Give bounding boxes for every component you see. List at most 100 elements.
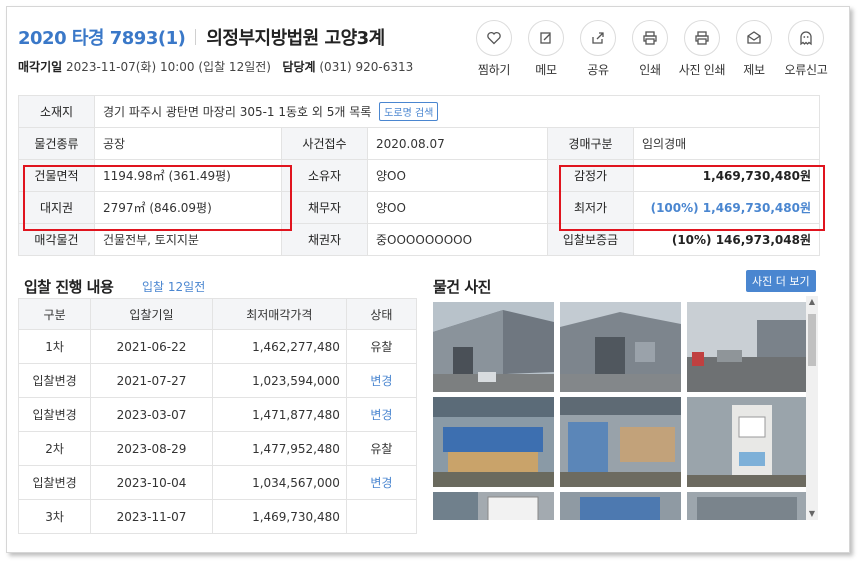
price-cell: 1,469,730,480 xyxy=(211,499,347,534)
address-value: 경기 파주시 광탄면 마장리 305-1 1동호 외 5개 목록 xyxy=(103,105,372,119)
round-cell: 입찰변경 xyxy=(17,363,92,398)
creditor-value: 중OOOOOOOOO xyxy=(367,223,548,256)
price-cell: 1,023,594,000 xyxy=(211,363,347,398)
report-icon xyxy=(736,20,772,56)
photo-thumbnail[interactable] xyxy=(560,302,681,392)
column-header: 최저매각가격 xyxy=(211,298,347,330)
address-cell: 경기 파주시 광탄면 마장리 305-1 1동호 외 5개 목록 도로명 검색 xyxy=(93,95,821,128)
photo-thumbnail[interactable] xyxy=(687,397,808,487)
round-cell: 입찰변경 xyxy=(17,397,92,432)
sale-date-label: 매각기일 xyxy=(18,60,63,74)
photo-thumbnail[interactable] xyxy=(560,492,681,520)
print-button[interactable]: 인쇄 xyxy=(624,20,676,78)
favorite-button[interactable]: 찜하기 xyxy=(468,20,520,78)
photo-print-icon xyxy=(684,20,720,56)
status-cell: 변경 xyxy=(345,397,418,432)
photo-scrollbar[interactable]: ▲ ▼ xyxy=(806,296,818,520)
round-cell: 3차 xyxy=(17,499,92,534)
share-icon xyxy=(580,20,616,56)
owner-value: 양OO xyxy=(367,159,548,192)
more-photos-button[interactable]: 사진 더 보기 xyxy=(746,270,816,292)
report-button[interactable]: 제보 xyxy=(728,20,780,78)
date-cell: 2021-07-27 xyxy=(90,363,213,398)
print-icon xyxy=(632,20,668,56)
table-header-row: 구분 입찰기일 최저매각가격 상태 xyxy=(17,298,418,330)
title-divider xyxy=(195,29,197,45)
property-type-label: 물건종류 xyxy=(18,127,95,160)
date-cell: 2023-08-29 xyxy=(90,431,213,466)
area-highlight-box xyxy=(23,165,292,231)
favorite-label: 찜하기 xyxy=(477,63,511,77)
photo-thumbnail[interactable] xyxy=(687,302,808,392)
scroll-down-icon[interactable]: ▼ xyxy=(806,508,818,520)
table-row: 입찰변경 2021-07-27 1,023,594,000 변경 xyxy=(17,363,418,398)
photo-print-button[interactable]: 사진 인쇄 xyxy=(676,20,728,78)
table-row: 2차 2023-08-29 1,477,952,480 유찰 xyxy=(17,431,418,466)
photo-gallery xyxy=(426,296,808,520)
price-highlight-box xyxy=(559,165,825,231)
sale-date-value: 2023-11-07(화) 10:00 (입찰 12일전) xyxy=(66,60,271,74)
info-row: 물건종류 공장 사건접수 2020.08.07 경매구분 임의경매 xyxy=(18,127,821,160)
error-report-icon xyxy=(788,20,824,56)
bid-countdown: 입찰 12일전 xyxy=(142,280,206,294)
price-cell: 1,471,877,480 xyxy=(211,397,347,432)
photo-thumbnail[interactable] xyxy=(433,302,554,392)
share-button[interactable]: 공유 xyxy=(572,20,624,78)
title-row: 2020 타경 7893(1) 의정부지방법원 고양3계 xyxy=(18,24,385,50)
table-row: 입찰변경 2023-10-04 1,034,567,000 변경 xyxy=(17,465,418,500)
owner-label: 소유자 xyxy=(281,159,368,192)
memo-button[interactable]: 메모 xyxy=(520,20,572,78)
scroll-thumb[interactable] xyxy=(808,314,816,366)
photo-thumbnail[interactable] xyxy=(560,397,681,487)
auction-type-label: 경매구분 xyxy=(547,127,634,160)
property-type-value: 공장 xyxy=(94,127,282,160)
status-cell: 유찰 xyxy=(345,431,418,466)
heart-icon xyxy=(476,20,512,56)
date-cell: 2023-03-07 xyxy=(90,397,213,432)
price-cell: 1,477,952,480 xyxy=(211,431,347,466)
status-cell: 변경 xyxy=(345,465,418,500)
debtor-label: 채무자 xyxy=(281,191,368,224)
address-label: 소재지 xyxy=(18,95,95,128)
column-header: 구분 xyxy=(17,298,92,330)
date-cell: 2023-11-07 xyxy=(90,499,213,534)
error-report-button[interactable]: 오류신고 xyxy=(780,20,832,78)
bid-history-table: 구분 입찰기일 최저매각가격 상태 1차 2021-06-22 1,462,27… xyxy=(17,298,418,534)
dept-label: 담당계 xyxy=(282,60,316,74)
print-label: 인쇄 xyxy=(639,63,661,77)
column-header: 입찰기일 xyxy=(90,298,213,330)
photo-thumbnail[interactable] xyxy=(433,397,554,487)
auction-type-value: 임의경매 xyxy=(632,127,821,160)
photo-thumbnail[interactable] xyxy=(433,492,554,520)
date-cell: 2023-10-04 xyxy=(90,465,213,500)
bid-history-title: 입찰 진행 내용 xyxy=(24,278,114,296)
action-toolbar: 찜하기 메모 공유 인쇄 사진 인쇄 제보 오류신고 xyxy=(468,20,832,78)
table-row: 3차 2023-11-07 1,469,730,480 xyxy=(17,499,418,534)
share-label: 공유 xyxy=(587,63,609,77)
photos-title: 물건 사진 xyxy=(433,278,491,296)
status-cell: 변경 xyxy=(345,363,418,398)
round-cell: 입찰변경 xyxy=(17,465,92,500)
memo-label: 메모 xyxy=(535,63,557,77)
round-cell: 1차 xyxy=(17,329,92,364)
road-name-search-button[interactable]: 도로명 검색 xyxy=(379,102,439,121)
address-row: 소재지 경기 파주시 광탄면 마장리 305-1 1동호 외 5개 목록 도로명… xyxy=(18,95,821,128)
case-number: 2020 타경 7893(1) xyxy=(18,28,186,49)
round-cell: 2차 xyxy=(17,431,92,466)
sale-info-row: 매각기일 2023-11-07(화) 10:00 (입찰 12일전) 담당계 (… xyxy=(18,58,413,75)
scroll-up-icon[interactable]: ▲ xyxy=(806,296,818,308)
photo-thumbnail[interactable] xyxy=(687,492,808,520)
price-cell: 1,034,567,000 xyxy=(211,465,347,500)
table-row: 입찰변경 2023-03-07 1,471,877,480 변경 xyxy=(17,397,418,432)
date-cell: 2021-06-22 xyxy=(90,329,213,364)
court-name: 의정부지방법원 고양3계 xyxy=(206,28,385,49)
status-cell xyxy=(345,499,418,534)
debtor-value: 양OO xyxy=(367,191,548,224)
price-cell: 1,462,277,480 xyxy=(211,329,347,364)
status-cell: 유찰 xyxy=(345,329,418,364)
error-report-label: 오류신고 xyxy=(784,63,828,77)
photo-print-label: 사진 인쇄 xyxy=(678,63,726,77)
received-value: 2020.08.07 xyxy=(367,127,548,160)
report-label: 제보 xyxy=(743,63,765,77)
dept-phone: (031) 920-6313 xyxy=(319,60,414,74)
